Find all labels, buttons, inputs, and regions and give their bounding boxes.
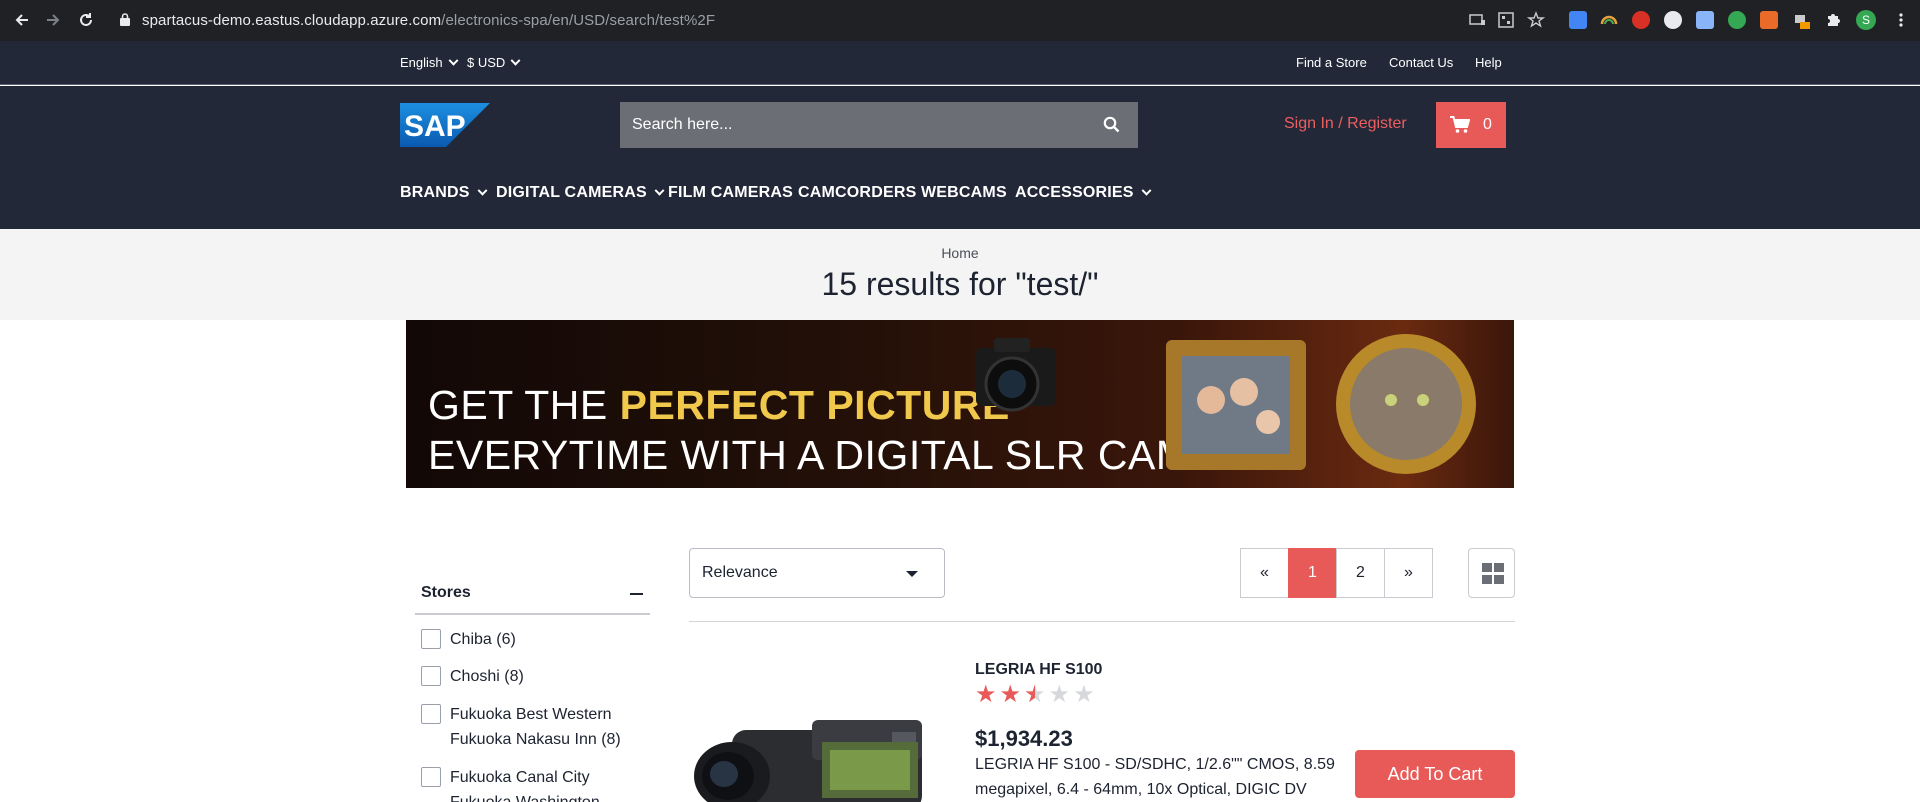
grid-view-icon[interactable]	[1468, 548, 1515, 598]
grid-cell	[1494, 563, 1504, 572]
reload-icon[interactable]	[76, 10, 96, 30]
pagination: « 1 2 »	[1240, 548, 1433, 598]
product-rating: ★ ★ ★ ★ ★	[975, 683, 1095, 707]
chevron-down-icon	[654, 185, 665, 196]
sign-in-register-link[interactable]: Sign In / Register	[1284, 115, 1407, 133]
back-icon[interactable]	[12, 10, 32, 30]
pagination-page-1[interactable]: 1	[1288, 548, 1337, 598]
extension-uc-icon[interactable]	[1569, 11, 1587, 29]
banner-line-2: EVERYTIME WITH A DIGITAL SLR CAMERA	[428, 432, 1277, 478]
cat-photo-frame	[1336, 334, 1476, 474]
facet-divider	[415, 613, 650, 615]
browser-menu-icon[interactable]	[1892, 11, 1910, 29]
extension-rainbow-icon[interactable]	[1600, 11, 1618, 29]
facet-title-stores[interactable]: Stores	[421, 584, 471, 602]
cart-count: 0	[1483, 116, 1492, 133]
banner-highlight: PERFECT PICTURE	[619, 382, 1010, 428]
star-full-icon: ★	[999, 681, 1022, 708]
nav-accessories[interactable]: ACCESSORIES	[1015, 184, 1152, 202]
mini-cart-button[interactable]: 0	[1436, 102, 1506, 148]
facet-checkbox[interactable]	[421, 666, 441, 686]
pagination-next[interactable]: »	[1384, 548, 1433, 598]
lock-icon	[120, 13, 130, 31]
extension-blue-icon[interactable]	[1696, 11, 1714, 29]
grid-cell	[1494, 575, 1504, 584]
facet-option-label[interactable]: Fukuoka Best Western Fukuoka Nakasu Inn …	[450, 702, 640, 752]
star-half-icon: ★	[1024, 681, 1046, 708]
product-name-link[interactable]: LEGRIA HF S100	[975, 661, 1102, 679]
pagination-page-2[interactable]: 2	[1336, 548, 1385, 598]
language-label: English	[400, 55, 443, 70]
dropdown-caret-icon	[906, 571, 918, 577]
product-image[interactable]	[692, 690, 944, 802]
banner-prefix: GET THE	[428, 382, 620, 428]
extension-green-icon[interactable]	[1728, 11, 1746, 29]
chevron-down-icon	[1141, 185, 1152, 196]
forward-icon[interactable]	[43, 10, 63, 30]
facet-option-label[interactable]: Choshi (8)	[450, 664, 650, 689]
page-title: 15 results for "test/"	[821, 266, 1099, 302]
nav-brands[interactable]: BRANDS	[400, 184, 488, 202]
currency-selector[interactable]: $ USD	[467, 55, 521, 70]
star-empty-icon: ★	[1048, 681, 1071, 708]
grid-cell	[1482, 563, 1492, 572]
qr-icon[interactable]	[1497, 11, 1515, 29]
add-to-cart-button[interactable]: Add To Cart	[1355, 750, 1515, 798]
extension-circle-icon[interactable]	[1664, 11, 1682, 29]
sort-selected-value: Relevance	[702, 564, 778, 581]
url-host: spartacus-demo.eastus.cloudapp.azure.com	[142, 12, 442, 29]
sort-select[interactable]: Relevance	[689, 548, 945, 598]
nav-label: ACCESSORIES	[1015, 184, 1134, 201]
extensions-puzzle-icon[interactable]	[1824, 11, 1842, 29]
facet-option-label[interactable]: Chiba (6)	[450, 627, 650, 652]
banner-line-1: GET THE PERFECT PICTURE	[428, 382, 1010, 429]
search-icon[interactable]	[1103, 116, 1120, 138]
contact-us-link[interactable]: Contact Us	[1389, 55, 1453, 70]
find-a-store-link[interactable]: Find a Store	[1296, 55, 1367, 70]
chevron-down-icon	[448, 55, 459, 66]
cast-icon[interactable]	[1468, 11, 1486, 29]
star-empty-icon: ★	[1073, 681, 1095, 708]
facet-checkbox[interactable]	[421, 704, 441, 724]
profile-avatar[interactable]: S	[1856, 10, 1876, 30]
chevron-down-icon	[477, 185, 488, 196]
nav-digital-cameras[interactable]: DIGITAL CAMERAS	[496, 184, 665, 202]
sap-logo[interactable]: SAP	[400, 103, 490, 147]
utility-bar: English $ USD Find a Store Contact Us He…	[0, 41, 1920, 85]
extension-off-icon[interactable]	[1792, 11, 1810, 29]
nav-webcams[interactable]: WEBCAMS	[921, 184, 1007, 202]
product-description: LEGRIA HF S100 - SD/SDHC, 1/2.6"" CMOS, …	[975, 756, 1335, 798]
search-placeholder: Search here...	[632, 116, 733, 133]
nav-film-cameras[interactable]: FILM CAMERAS	[668, 184, 793, 202]
nav-camcorders[interactable]: CAMCORDERS	[798, 184, 916, 202]
cart-icon	[1450, 116, 1471, 139]
results-divider	[689, 621, 1515, 622]
extension-red-icon[interactable]	[1632, 11, 1650, 29]
language-selector[interactable]: English	[400, 55, 459, 70]
currency-label: $ USD	[467, 55, 506, 70]
address-bar[interactable]: spartacus-demo.eastus.cloudapp.azure.com…	[142, 12, 715, 29]
profile-initial: S	[1861, 13, 1870, 27]
bookmark-star-icon[interactable]	[1526, 11, 1546, 29]
collapse-minus-icon[interactable]	[630, 593, 643, 595]
pagination-prev[interactable]: «	[1240, 548, 1289, 598]
facet-checkbox[interactable]	[421, 629, 441, 649]
facet-checkbox[interactable]	[421, 767, 441, 787]
browser-toolbar: spartacus-demo.eastus.cloudapp.azure.com…	[0, 0, 1920, 41]
nav-label: BRANDS	[400, 184, 470, 201]
logo-text: SAP	[404, 110, 466, 143]
grid-cell	[1482, 575, 1492, 584]
product-price: $1,934.23	[975, 726, 1073, 751]
extension-orange-icon[interactable]	[1760, 11, 1778, 29]
breadcrumb[interactable]: Home	[0, 245, 1920, 261]
search-box[interactable]: Search here...	[620, 102, 1138, 148]
nav-label: DIGITAL CAMERAS	[496, 184, 647, 201]
promo-banner[interactable]: GET THE PERFECT PICTURE EVERYTIME WITH A…	[406, 320, 1514, 488]
chevron-down-icon	[510, 55, 521, 66]
help-link[interactable]: Help	[1475, 55, 1502, 70]
star-full-icon: ★	[975, 681, 997, 708]
url-path: /electronics-spa/en/USD/search/test%2F	[441, 12, 716, 29]
facet-option-label[interactable]: Fukuoka Canal City Fukuoka Washington	[450, 765, 630, 802]
